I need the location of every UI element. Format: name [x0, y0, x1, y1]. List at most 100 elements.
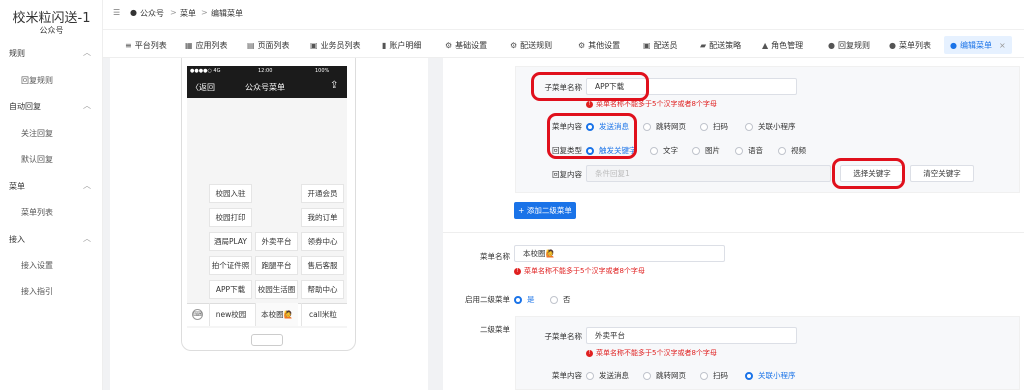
radio-circle	[735, 146, 743, 155]
tab-label: 配送策略	[709, 40, 742, 50]
menu-name-input[interactable]: 本校圈🙋	[514, 245, 725, 262]
submenu-item[interactable]: 酒局PLAY	[209, 232, 252, 251]
submenu-item[interactable]: 校园打印	[209, 208, 252, 227]
reply-content-input[interactable]: 条件回复1	[586, 165, 831, 182]
sidebar-group-label: 规则	[9, 49, 25, 58]
radio-mini-program[interactable]: 关联小程序	[745, 370, 796, 381]
courier-icon: ▣	[643, 40, 651, 50]
sidebar-item-follow-reply[interactable]: 关注回复	[21, 128, 53, 139]
radio-jump-web[interactable]: 跳转网页	[643, 121, 686, 132]
share-icon[interactable]: ⇪	[330, 80, 338, 91]
radio-video[interactable]: 视频	[778, 145, 806, 156]
tab-other-settings[interactable]: ⚙ 其他设置	[578, 36, 620, 54]
radio-jump-web[interactable]: 跳转网页	[643, 370, 686, 381]
sidebar-item-reply-rules[interactable]: 回复规则	[21, 75, 53, 86]
sidebar-group-menu[interactable]: 菜单 ︿	[9, 181, 97, 192]
tab-label: 配送规则	[520, 40, 553, 50]
breadcrumb-sep: >	[201, 8, 208, 17]
submenu-item[interactable]: 我的订单	[301, 208, 344, 227]
phone-home-button	[251, 334, 283, 346]
tab-reply-rules[interactable]: ● 回复规则	[828, 36, 870, 54]
annotation-box	[832, 158, 905, 189]
error-message: ! 菜单名称不能多于5个汉字或者8个字母	[586, 348, 717, 358]
tab-role-management[interactable]: ▲ 角色管理	[762, 36, 803, 54]
radio-label: 语音	[748, 146, 763, 155]
tab-salesman-list[interactable]: ▣ 业务员列表	[310, 36, 361, 54]
radio-label: 否	[563, 295, 571, 304]
tab-account-detail[interactable]: ▮ 账户明细	[382, 36, 421, 54]
main-menu-item[interactable]: call米粒	[301, 303, 344, 326]
submenu-item[interactable]: 开通会员	[301, 184, 344, 203]
sidebar-group-access[interactable]: 接入 ︿	[9, 234, 97, 245]
submenu-item[interactable]: 校园入驻	[209, 184, 252, 203]
radio-image[interactable]: 图片	[692, 145, 720, 156]
menu-name-label: 菜单名称	[480, 252, 510, 261]
radio-mini-program[interactable]: 关联小程序	[745, 121, 796, 132]
radio-enable-yes[interactable]: 是	[514, 294, 535, 305]
tab-courier[interactable]: ▣ 配送员	[643, 36, 678, 54]
radio-send-message[interactable]: 发送消息	[586, 370, 629, 381]
tab-delivery-rules[interactable]: ⚙ 配送规则	[510, 36, 552, 54]
sidebar-item-access-guide[interactable]: 接入指引	[21, 286, 53, 297]
radio-text[interactable]: 文字	[650, 145, 678, 156]
radio-circle	[643, 122, 651, 131]
app-title: 校米粒闪送-1	[12, 11, 91, 26]
status-signal: ●●●●○ 4G	[190, 68, 221, 74]
tab-menu-list[interactable]: ● 菜单列表	[889, 36, 931, 54]
chevron-up-icon: ︿	[83, 234, 91, 243]
close-icon[interactable]: ×	[999, 41, 1006, 50]
keyboard-icon[interactable]: ⌨	[192, 309, 203, 320]
submenu-item[interactable]: 校园生活圈	[255, 280, 298, 299]
sub-name-input[interactable]: 外卖平台	[586, 327, 797, 344]
sidebar-group-label: 接入	[9, 235, 25, 244]
submenu-item[interactable]: 外卖平台	[255, 232, 298, 251]
sidebar-item-default-reply[interactable]: 默认回复	[21, 154, 53, 165]
radio-enable-no[interactable]: 否	[550, 294, 571, 305]
sidebar-item-access-settings[interactable]: 接入设置	[21, 260, 53, 271]
submenu-item[interactable]: 领券中心	[301, 232, 344, 251]
radio-voice[interactable]: 语音	[735, 145, 763, 156]
breadcrumb-item[interactable]: 菜单	[180, 8, 196, 19]
tab-page-list[interactable]: ▤ 页面列表	[247, 36, 290, 54]
chevron-up-icon: ︿	[83, 101, 91, 110]
radio-label: 文字	[663, 146, 678, 155]
add-submenu-button[interactable]: + 添加二级菜单	[514, 202, 576, 219]
radio-scan[interactable]: 扫码	[700, 121, 728, 132]
tab-basic-settings[interactable]: ⚙ 基础设置	[445, 36, 487, 54]
tab-platform-list[interactable]: ≡ 平台列表	[125, 36, 167, 54]
submenu-item[interactable]: 帮助中心	[301, 280, 344, 299]
tab-edit-menu[interactable]: ● 编辑菜单 ×	[944, 36, 1012, 54]
main-menu-item[interactable]: new校园	[209, 303, 252, 326]
sidebar-group-rules[interactable]: 规则 ︿	[9, 48, 97, 59]
settings-icon: ⚙	[578, 40, 586, 50]
breadcrumb-item: 编辑菜单	[211, 9, 243, 18]
clear-keyword-button[interactable]: 清空关键字	[910, 165, 974, 182]
submenu-item[interactable]: 拍个证件照	[209, 256, 252, 275]
tab-delivery-strategy[interactable]: ▰ 配送策略	[700, 36, 741, 54]
sidebar-group-auto-reply[interactable]: 自动回复 ︿	[9, 101, 97, 112]
submenu-item[interactable]: 售后客服	[301, 256, 344, 275]
submenu-item[interactable]: APP下载	[209, 280, 252, 299]
radio-circle	[778, 146, 786, 155]
back-button[interactable]: 〈返回	[191, 82, 215, 93]
collapse-menu-icon[interactable]: ☰	[113, 8, 120, 17]
radio-label: 关联小程序	[758, 122, 796, 131]
settings-icon: ⚙	[510, 40, 518, 50]
phone-header: ●●●●○ 4G 12:00 100% 〈返回 公众号菜单 ⇪	[187, 66, 347, 98]
status-battery: 100%	[315, 68, 330, 74]
status-time: 12:00	[258, 68, 273, 74]
sidebar-item-menu-list[interactable]: 菜单列表	[21, 207, 53, 218]
tab-label: 页面列表	[257, 40, 290, 50]
radio-scan[interactable]: 扫码	[700, 370, 728, 381]
breadcrumb-item[interactable]: 公众号	[140, 8, 164, 19]
submenu-item[interactable]: 跑腿平台	[255, 256, 298, 275]
sidebar: 校米粒闪送-1 公众号 规则 ︿ 回复规则 自动回复 ︿ 关注回复 默认回复 菜单 ︿…	[0, 0, 103, 390]
error-icon: !	[586, 349, 593, 357]
radio-label: 扫码	[713, 371, 728, 380]
error-text: 菜单名称不能多于5个汉字或者8个字母	[524, 267, 645, 275]
radio-label: 跳转网页	[656, 371, 686, 380]
radio-label: 是	[527, 295, 535, 304]
tab-label: 应用列表	[195, 40, 228, 50]
tab-app-list[interactable]: ▦ 应用列表	[185, 36, 228, 54]
main-menu-item[interactable]: 本校圈🙋	[255, 303, 298, 326]
